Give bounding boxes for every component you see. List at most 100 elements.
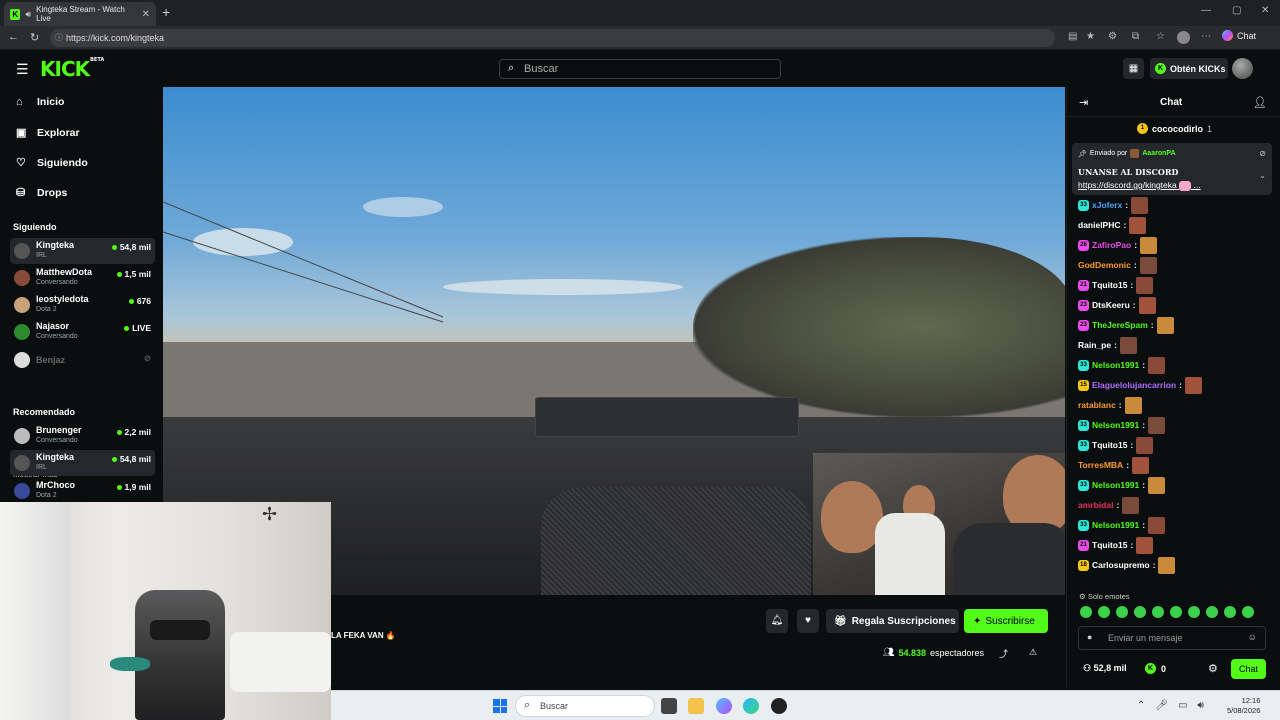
user-avatar[interactable] — [1232, 58, 1253, 79]
gifter-name[interactable]: cococodirlo — [1152, 124, 1203, 134]
profile-icon[interactable] — [1177, 31, 1190, 44]
chat-username[interactable]: Elaguelolujancarrion — [1092, 380, 1176, 390]
chat-username[interactable]: Tquito15 — [1092, 440, 1127, 450]
share-icon[interactable]: ⤴ — [999, 647, 1008, 660]
nav-inicio[interactable]: ⌂ Inicio — [16, 96, 64, 108]
emote-icon[interactable] — [1242, 606, 1254, 618]
chat-username[interactable]: Tquito15 — [1092, 540, 1127, 550]
recommended-channel-mrchoco[interactable]: MrChoco Dota 2 1,9 mil — [10, 478, 155, 504]
network-icon[interactable]: ▭ — [1178, 700, 1187, 711]
recommended-channel-kingteka[interactable]: Kingteka IRL 54,8 mil — [10, 450, 155, 476]
emote-icon[interactable] — [1152, 606, 1164, 618]
send-chat-button[interactable]: Chat — [1231, 659, 1266, 679]
emote-icon[interactable] — [1170, 606, 1182, 618]
nav-siguiendo[interactable]: ♡ Siguiendo — [16, 156, 88, 170]
speaker-icon[interactable]: 🔊︎ — [25, 9, 31, 20]
edge-browser-icon[interactable] — [743, 698, 759, 714]
unpin-icon[interactable]: ⊘ — [1259, 149, 1266, 158]
subscribe-button[interactable]: ✦ Suscribirse — [964, 609, 1048, 633]
reload-icon[interactable]: ↻ — [30, 31, 39, 44]
following-channel-benjaz[interactable]: Benjaz ⊘ — [10, 347, 155, 373]
subscriber-badge-icon: 21 — [1078, 279, 1089, 291]
theater-mode-icon[interactable]: ▦ — [1123, 58, 1144, 79]
notification-bell-icon[interactable]: 🔔︎ — [766, 609, 788, 633]
emote-icon[interactable] — [1206, 606, 1218, 618]
nav-explorar[interactable]: ▣ Explorar — [16, 126, 80, 140]
chat-username[interactable]: ratablanc — [1078, 400, 1116, 410]
copilot-app-icon[interactable] — [716, 698, 732, 714]
chat-settings-gear-icon[interactable]: ⚙︎ — [1208, 662, 1218, 675]
reader-icon[interactable]: ▤ — [1068, 31, 1077, 42]
emote-icon[interactable] — [1116, 606, 1128, 618]
windows-start-icon[interactable] — [493, 699, 507, 713]
chat-username[interactable]: GodDemonic — [1078, 260, 1131, 270]
copilot-button[interactable]: Chat — [1222, 30, 1256, 41]
pinned-link[interactable]: https://discord.gg/kingteka ... — [1078, 180, 1201, 191]
microphone-icon[interactable]: 🎤︎ — [1155, 700, 1168, 711]
emoji-icon[interactable]: ☺ — [1248, 632, 1257, 642]
chevron-up-icon[interactable]: ⌃ — [1137, 700, 1145, 711]
kick-logo[interactable]: KICKBETA — [40, 57, 104, 81]
task-view-icon[interactable] — [661, 698, 677, 714]
chat-users-icon[interactable]: 👤︎ — [1253, 96, 1267, 109]
chat-username[interactable]: Nelson1991 — [1092, 360, 1139, 370]
volume-icon[interactable]: 🔊︎ — [1198, 700, 1204, 711]
maximize-icon[interactable]: ▢ — [1232, 5, 1241, 16]
chat-username[interactable]: xJoferx — [1092, 200, 1122, 210]
extensions-icon[interactable]: ⚙︎ — [1108, 31, 1117, 42]
chat-username[interactable]: amrbidal — [1078, 500, 1113, 510]
new-tab-icon[interactable]: + — [162, 4, 170, 20]
taskbar-search-input[interactable]: ⌕ Buscar — [515, 695, 655, 717]
chat-username[interactable]: danielPHC — [1078, 220, 1121, 230]
collapse-chat-icon[interactable]: ⇥ — [1079, 96, 1088, 109]
chat-username[interactable]: TorresMBA — [1078, 460, 1123, 470]
pinned-sender[interactable]: AaaronPA — [1142, 150, 1175, 157]
following-channel-kingteka[interactable]: Kingteka IRL 54,8 mil — [10, 238, 155, 264]
back-icon[interactable]: ← — [8, 31, 19, 43]
chat-username[interactable]: Carlosupremo — [1092, 560, 1150, 570]
chat-message: 33 xJoferx: — [1078, 196, 1149, 214]
channel-points[interactable]: ⚇ 52,8 mil — [1083, 663, 1127, 674]
chat-username[interactable]: Nelson1991 — [1092, 420, 1139, 430]
report-icon[interactable]: ⚠ — [1029, 647, 1037, 658]
chat-username[interactable]: Nelson1991 — [1092, 480, 1139, 490]
chat-username[interactable]: Tquito15 — [1092, 280, 1127, 290]
follow-heart-icon[interactable]: ♥ — [797, 609, 819, 633]
favorites-icon[interactable]: ☆ — [1156, 31, 1165, 42]
chat-message-input[interactable]: ● Enviar un mensaje ☺ — [1078, 626, 1266, 650]
recommended-channel-brunenger[interactable]: Brunenger Conversando 2,2 mil — [10, 423, 155, 449]
file-explorer-icon[interactable] — [688, 698, 704, 714]
address-bar[interactable]: ⓘ https://kick.com/kingteka — [50, 29, 1055, 47]
emote-icon[interactable] — [1188, 606, 1200, 618]
chat-username[interactable]: ZafiroPao — [1092, 240, 1131, 250]
more-menu-icon[interactable]: ⋯ — [1201, 31, 1211, 42]
emote-icon[interactable] — [1080, 606, 1092, 618]
taskbar-clock[interactable]: 12:16 5/08/2026 — [1227, 696, 1260, 716]
emote-icon[interactable] — [1134, 606, 1146, 618]
favorite-star-icon[interactable]: ★ — [1086, 31, 1095, 42]
following-channel-matthewdota[interactable]: MatthewDota Conversando 1,5 mil — [10, 265, 155, 291]
get-kicks-button[interactable]: K Obtén KICKs — [1150, 58, 1228, 79]
browser-tab[interactable]: K 🔊︎ Kingteka Stream - Watch Live ✕ — [4, 2, 156, 26]
hamburger-menu-icon[interactable]: ☰ — [16, 61, 29, 78]
chat-username[interactable]: Rain_pe — [1078, 340, 1111, 350]
search-input[interactable]: ⌕ Buscar — [499, 59, 781, 79]
minimize-icon[interactable]: — — [1201, 5, 1211, 16]
app-icon[interactable] — [771, 698, 787, 714]
chat-username[interactable]: Nelson1991 — [1092, 520, 1139, 530]
emote-icon[interactable] — [1098, 606, 1110, 618]
chat-separator: : — [1114, 340, 1117, 350]
chat-username[interactable]: TheJereSpam — [1092, 320, 1148, 330]
site-info-icon[interactable]: ⓘ — [55, 32, 63, 43]
chat-username[interactable]: DtsKeeru — [1092, 300, 1130, 310]
following-channel-leostyledota[interactable]: leostyledota Dota 2 676 — [10, 292, 155, 318]
following-channel-najasor[interactable]: Najasor Conversando LIVE — [10, 319, 155, 345]
split-screen-icon[interactable]: ⧉ — [1132, 31, 1139, 42]
gift-subs-button[interactable]: 🎁︎ Regala Suscripciones — [826, 609, 959, 633]
emote-icon[interactable] — [1224, 606, 1236, 618]
kicks-balance[interactable]: K0 — [1145, 663, 1166, 674]
chevron-down-icon[interactable]: ⌄ — [1259, 171, 1266, 180]
nav-drops[interactable]: ⛁ Drops — [16, 186, 67, 200]
close-tab-icon[interactable]: ✕ — [142, 9, 150, 20]
close-window-icon[interactable]: ✕ — [1261, 5, 1269, 16]
